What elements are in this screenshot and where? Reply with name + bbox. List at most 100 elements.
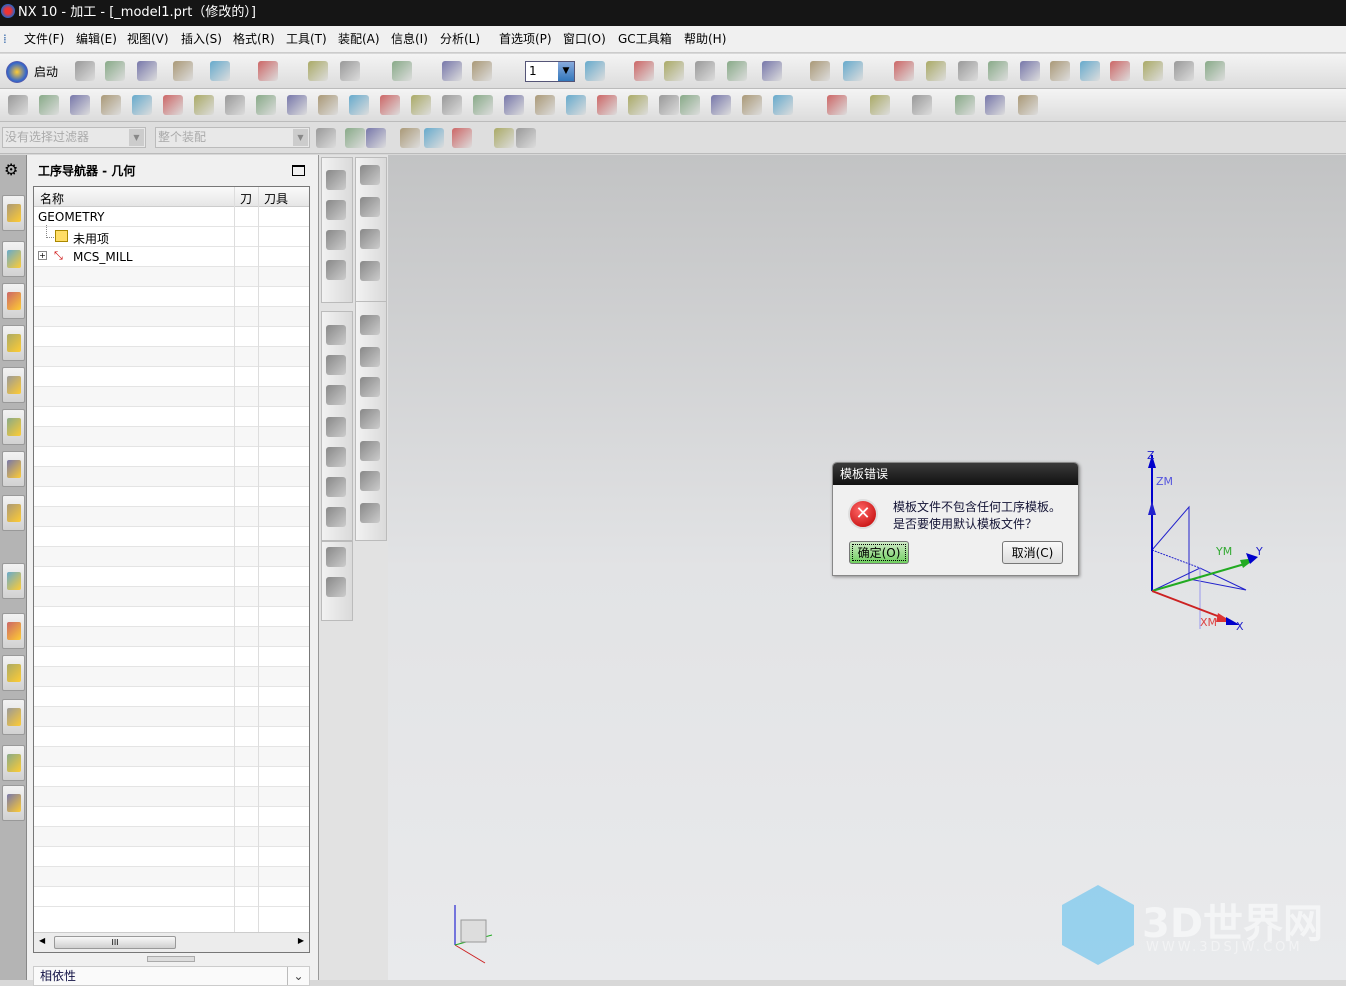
menu-edit[interactable]: 编辑(E) (76, 26, 117, 52)
scroll-right-icon[interactable]: ▶ (298, 936, 304, 945)
resource-tab-12[interactable] (2, 699, 25, 735)
nav-tool-button-0-4[interactable] (326, 260, 346, 280)
nav-tool-button-3-7[interactable] (360, 503, 380, 523)
menu-window[interactable]: 窗口(O) (563, 26, 606, 52)
scroll-left-icon[interactable]: ◀ (39, 936, 45, 945)
curve-button-7[interactable] (194, 95, 214, 115)
table-row[interactable]: GEOMETRY (34, 207, 309, 227)
menu-preferences[interactable]: 首选项(P) (499, 26, 552, 52)
nav-tool-button-0-3[interactable] (326, 230, 346, 250)
selection-button-6[interactable] (452, 128, 472, 148)
curve-button-5[interactable] (132, 95, 152, 115)
resource-tab-1[interactable] (2, 195, 25, 231)
standard-button-7[interactable] (308, 61, 328, 81)
standard-button-18[interactable] (810, 61, 830, 81)
curve-button-14[interactable] (411, 95, 431, 115)
curve-button-2[interactable] (39, 95, 59, 115)
filter-select[interactable]: 没有选择过滤器 ▼ (2, 127, 146, 148)
standard-button-26[interactable] (1080, 61, 1100, 81)
standard-button-11[interactable] (472, 61, 492, 81)
standard-button-30[interactable] (1205, 61, 1225, 81)
curve-button-8[interactable] (225, 95, 245, 115)
standard-button-27[interactable] (1110, 61, 1130, 81)
nav-tool-button-2-6[interactable] (326, 477, 346, 497)
curve-button-18[interactable] (535, 95, 555, 115)
curve-button-24[interactable] (711, 95, 731, 115)
selection-button-8[interactable] (516, 128, 536, 148)
curve-button-32[interactable] (1018, 95, 1038, 115)
resource-tab-10[interactable] (2, 613, 25, 649)
standard-button-12[interactable] (585, 61, 605, 81)
menu-view[interactable]: 视图(V) (127, 26, 169, 52)
curve-button-21[interactable] (628, 95, 648, 115)
curve-button-20[interactable] (597, 95, 617, 115)
curve-button-17[interactable] (504, 95, 524, 115)
nav-tool-button-1-4[interactable] (360, 261, 380, 281)
curve-button-23[interactable] (680, 95, 700, 115)
standard-button-23[interactable] (988, 61, 1008, 81)
layer-select[interactable]: 1 ▼ (525, 61, 575, 82)
curve-button-31[interactable] (985, 95, 1005, 115)
menu-tools[interactable]: 工具(T) (286, 26, 327, 52)
selection-button-2[interactable] (345, 128, 365, 148)
table-row[interactable]: 未用项 (34, 225, 309, 247)
nav-tool-button-3-5[interactable] (360, 441, 380, 461)
standard-button-2[interactable] (105, 61, 125, 81)
curve-button-11[interactable] (318, 95, 338, 115)
standard-button-14[interactable] (664, 61, 684, 81)
resource-tab-14[interactable] (2, 785, 25, 821)
nav-tool-button-3-2[interactable] (360, 347, 380, 367)
curve-button-27[interactable] (827, 95, 847, 115)
nav-tool-button-0-2[interactable] (326, 200, 346, 220)
curve-button-1[interactable] (8, 95, 28, 115)
resource-tab-11[interactable] (2, 655, 25, 691)
standard-button-16[interactable] (727, 61, 747, 81)
standard-button-4[interactable] (173, 61, 193, 81)
selection-button-1[interactable] (316, 128, 336, 148)
menu-information[interactable]: 信息(I) (391, 26, 428, 52)
nav-tool-button-3-3[interactable] (360, 377, 380, 397)
column-tool-short[interactable]: 刀 (240, 190, 252, 207)
curve-button-30[interactable] (955, 95, 975, 115)
nav-tool-button-2-2[interactable] (326, 355, 346, 375)
nav-tool-button-4-1[interactable] (326, 547, 346, 567)
curve-button-26[interactable] (773, 95, 793, 115)
standard-button-8[interactable] (340, 61, 360, 81)
ok-button[interactable]: 确定(O) (849, 541, 909, 564)
nav-tool-button-2-4[interactable] (326, 417, 346, 437)
resource-tab-8[interactable] (2, 495, 25, 531)
standard-button-6[interactable] (258, 61, 278, 81)
standard-button-9[interactable] (392, 61, 412, 81)
standard-button-17[interactable] (762, 61, 782, 81)
menu-analysis[interactable]: 分析(L) (440, 26, 480, 52)
nav-tool-button-4-2[interactable] (326, 577, 346, 597)
standard-button-21[interactable] (926, 61, 946, 81)
resource-tab-2[interactable] (2, 241, 25, 277)
menu-insert[interactable]: 插入(S) (181, 26, 222, 52)
standard-button-10[interactable] (442, 61, 462, 81)
resource-tab-5[interactable] (2, 367, 25, 403)
resource-tab-6[interactable] (2, 409, 25, 445)
standard-button-19[interactable] (843, 61, 863, 81)
standard-button-20[interactable] (894, 61, 914, 81)
curve-button-6[interactable] (163, 95, 183, 115)
curve-button-12[interactable] (349, 95, 369, 115)
selection-button-3[interactable] (366, 128, 386, 148)
resource-tab-7[interactable] (2, 451, 25, 487)
curve-button-15[interactable] (442, 95, 462, 115)
nav-tool-button-0-1[interactable] (326, 170, 346, 190)
menu-assembly[interactable]: 装配(A) (338, 26, 380, 52)
menu-format[interactable]: 格式(R) (233, 26, 275, 52)
selection-button-7[interactable] (494, 128, 514, 148)
nav-tool-button-2-3[interactable] (326, 385, 346, 405)
nav-tool-button-3-4[interactable] (360, 409, 380, 429)
standard-button-1[interactable] (75, 61, 95, 81)
start-button[interactable]: 启动 (34, 63, 58, 80)
standard-button-22[interactable] (958, 61, 978, 81)
splitter-handle[interactable] (147, 956, 195, 962)
menu-gc-toolkit[interactable]: GC工具箱 (618, 26, 672, 52)
nav-tool-button-3-1[interactable] (360, 315, 380, 335)
horizontal-scrollbar[interactable]: ◀ III ▶ (34, 932, 309, 952)
standard-button-13[interactable] (634, 61, 654, 81)
curve-button-4[interactable] (101, 95, 121, 115)
